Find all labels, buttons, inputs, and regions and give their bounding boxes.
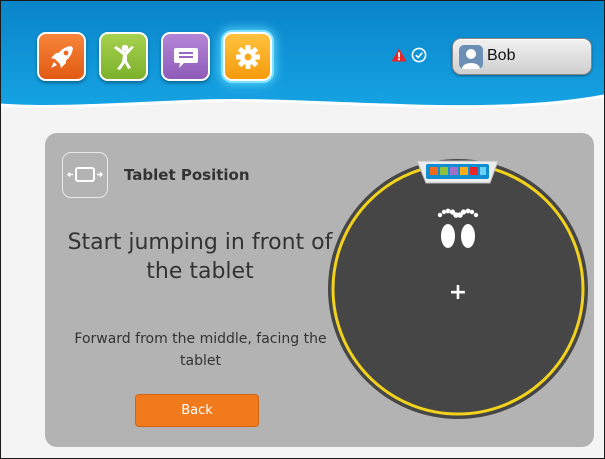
check-circle-icon[interactable]: [411, 47, 427, 63]
user-name: Bob: [487, 47, 516, 64]
headline-text: Start jumping in front of the tablet: [67, 230, 333, 284]
rocket-icon: [50, 45, 73, 68]
settings-app-button[interactable]: [223, 32, 272, 81]
back-button[interactable]: Back: [135, 394, 259, 427]
tablet-position-panel: Tablet Position Start jumping in front o…: [45, 133, 594, 447]
app-window: Bob Tablet Position Start jumping in fro…: [0, 0, 605, 459]
chat-bubble-icon: [173, 47, 198, 68]
center-mark: +: [449, 280, 467, 305]
instruction-text: Forward from the middle, facing the tabl…: [74, 331, 327, 369]
rocket-app-button[interactable]: [37, 32, 86, 81]
user-icon: [459, 45, 483, 69]
chat-app-button[interactable]: [161, 32, 210, 81]
user-profile-button[interactable]: Bob: [452, 38, 592, 75]
tablet-icon: [416, 160, 499, 184]
tablet-position-icon: [62, 152, 108, 198]
fitness-app-button[interactable]: [99, 32, 148, 81]
person-jumping-icon: [113, 44, 134, 70]
status-indicators: [391, 47, 427, 63]
trampoline-diagram: +: [328, 159, 588, 419]
top-bar: Bob: [1, 1, 604, 121]
gear-icon: [235, 44, 260, 69]
warning-icon[interactable]: [391, 48, 407, 62]
section-title: Tablet Position: [124, 166, 250, 184]
